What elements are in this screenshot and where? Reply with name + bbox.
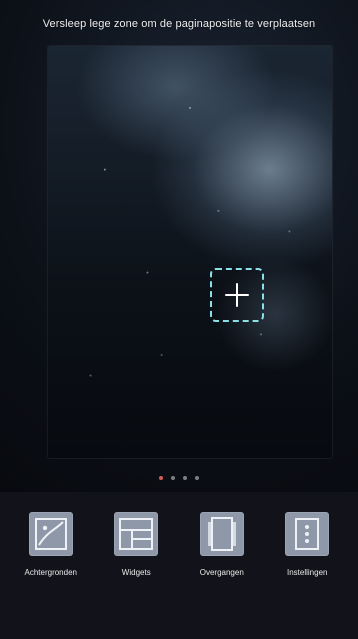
dock-item-label: Instellingen [287,568,328,577]
dock-item-widgets[interactable]: Widgets [94,512,178,577]
homescreen-edit-screen: Versleep lege zone om de paginapositie t… [0,0,358,639]
reorder-hint: Versleep lege zone om de paginapositie t… [42,18,316,30]
page-dot-active [159,476,163,480]
dock-item-label: Widgets [121,568,151,577]
page-preview[interactable] [48,46,332,458]
transitions-icon [199,512,244,556]
dock-item-wallpapers[interactable]: Achtergronden [9,512,93,577]
settings-icon [285,512,330,556]
dock-item-label: Overgangen [199,568,244,577]
dock-item-label: Achtergronden [24,568,77,577]
dock-item-transitions[interactable]: Overgangen [180,512,264,577]
page-indicator [0,476,358,480]
bottom-edit-dock: Achtergronden Widgets Overgangen Instell… [0,492,358,639]
dock-items: Achtergronden Widgets Overgangen Instell… [0,512,358,577]
dock-item-settings[interactable]: Instellingen [265,512,349,577]
page-dot [171,476,175,480]
widgets-icon [114,512,159,556]
wallpaper-icon [28,512,73,556]
plus-icon [225,283,249,307]
page-dot [183,476,187,480]
page-dot [195,476,199,480]
add-page-button[interactable] [210,268,264,322]
